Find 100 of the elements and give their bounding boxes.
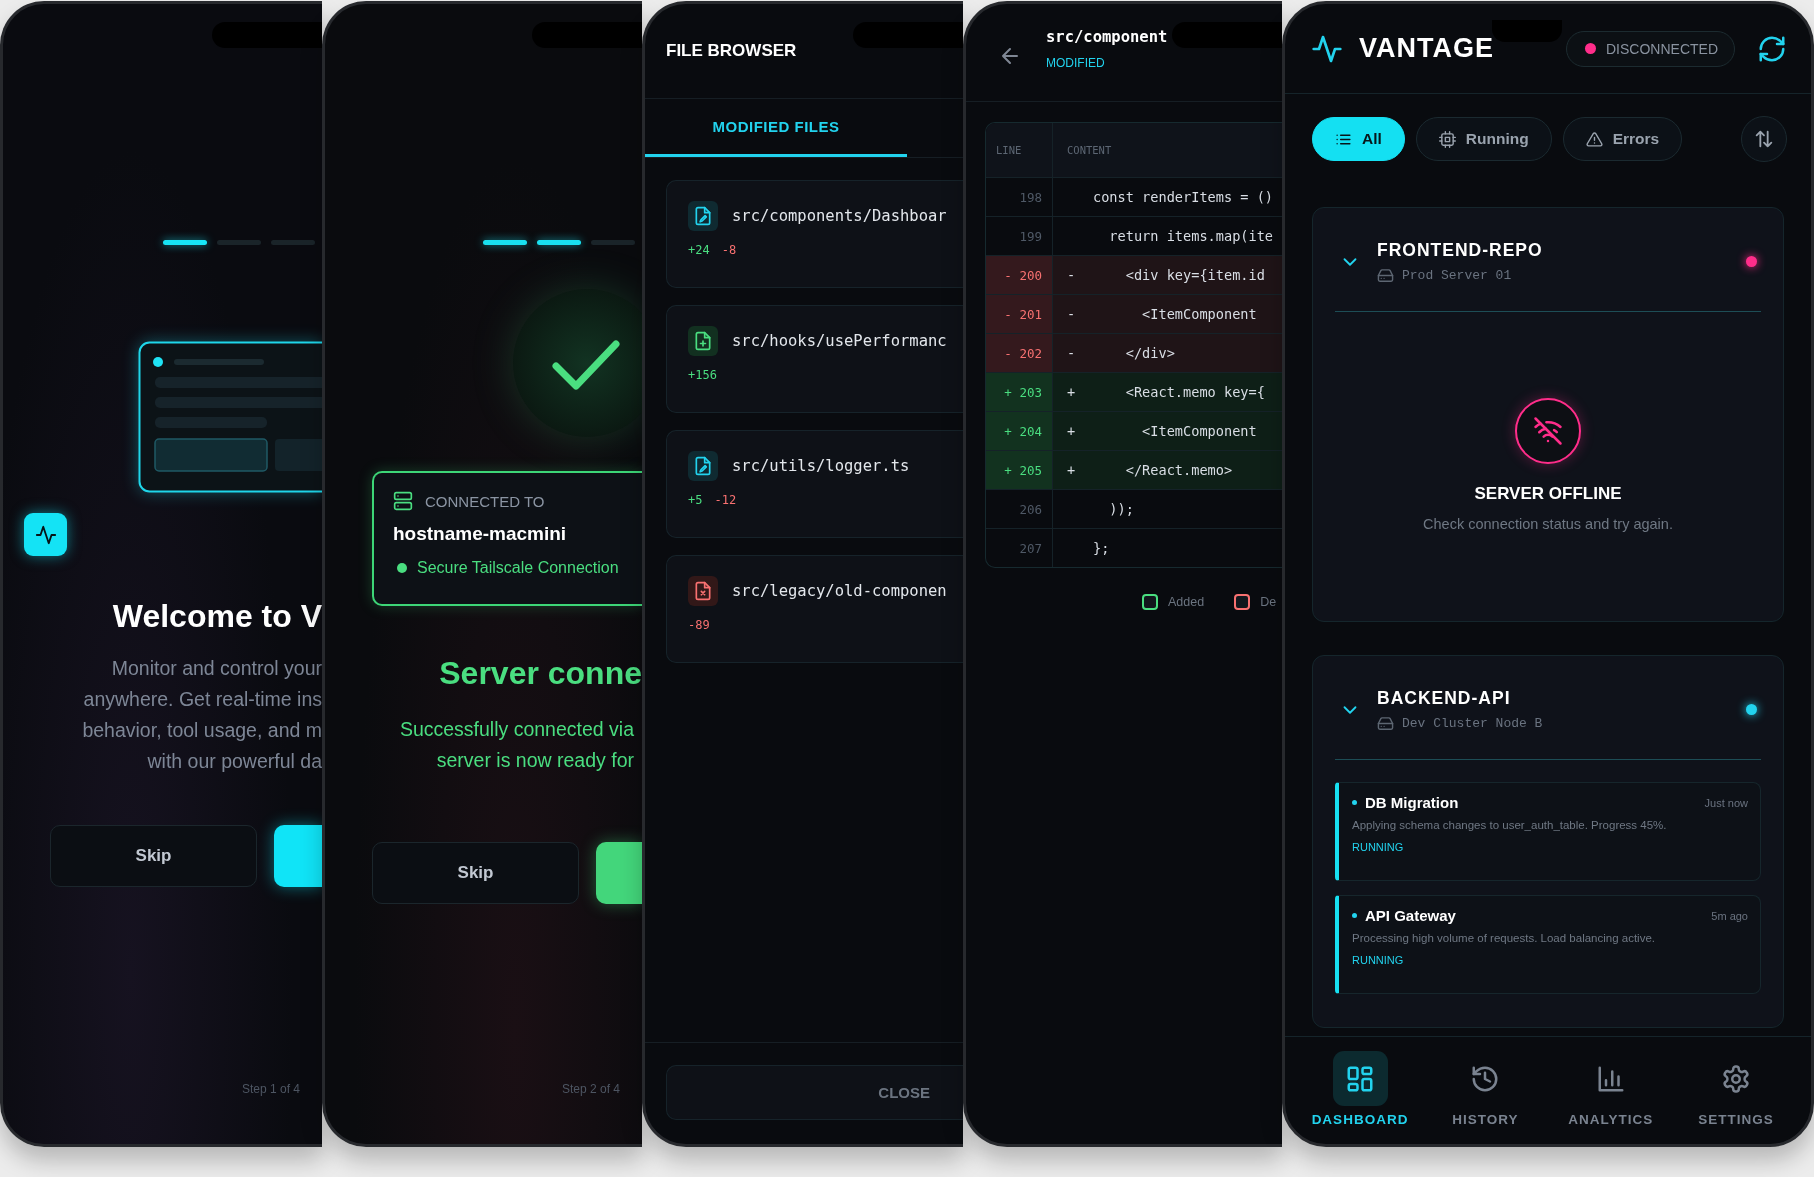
tab[interactable]: MODIFIED FILES: [645, 99, 907, 157]
chip-icon: [1438, 130, 1456, 148]
legend-label: Added: [1168, 595, 1205, 609]
pulse-icon: [34, 523, 57, 546]
code-line: <React.memo key={: [1124, 384, 1265, 400]
close-button[interactable]: CLOSE: [666, 1065, 963, 1120]
code-line: };: [1093, 540, 1110, 556]
screen-description: Monitor and control your anywhere. Get real-time ins behavior, tool usage, and m with our powerful da: [81, 656, 322, 774]
job-status: RUNNING: [1352, 841, 1405, 853]
file-card[interactable]: src/hooks/usePerformanc +156: [666, 305, 963, 413]
step-indicator: Step 1 of 4: [241, 1082, 300, 1096]
line-number: + 205: [986, 451, 1053, 489]
bullet-dot: [1352, 913, 1357, 918]
offline-title: SERVER OFFLINE: [1474, 484, 1622, 504]
additions-count: +24: [688, 243, 710, 257]
diff-sign: -: [1067, 267, 1077, 283]
deletions-count: -8: [721, 243, 737, 257]
code-line: </div>: [1124, 345, 1175, 361]
line-number: - 202: [986, 334, 1053, 372]
wifi-off-icon: [1533, 416, 1563, 446]
file-status: MODIFIED: [1046, 56, 1106, 70]
nav-tab[interactable]: SETTINGS: [1681, 1051, 1791, 1144]
additions-count: +5: [688, 493, 703, 507]
file-card[interactable]: src/legacy/old-componen -89: [666, 555, 963, 663]
file-path: src/hooks/usePerformanc: [732, 332, 947, 350]
job-card[interactable]: DB Migration Just now Applying schema changes to user_auth_table. Progress 45%. RUNNING: [1335, 782, 1761, 881]
code-line: </React.memo>: [1124, 462, 1233, 478]
nav-tab[interactable]: ANALYTICS: [1555, 1051, 1666, 1144]
line-number: + 203: [986, 373, 1053, 411]
job-status: RUNNING: [1352, 954, 1405, 966]
status-label: DISCONNECTED: [1606, 40, 1718, 57]
job-title: API Gateway: [1365, 907, 1456, 924]
code-line: const renderItems = (): [1093, 189, 1274, 205]
job-time: 5m ago: [1711, 909, 1748, 922]
skip-button[interactable]: Skip: [372, 842, 579, 904]
line-number: - 201: [986, 295, 1053, 333]
hostname: hostname-macmini: [393, 523, 568, 545]
nav-tab[interactable]: HISTORY: [1430, 1051, 1541, 1144]
line-number: - 200: [986, 256, 1053, 294]
status-dot: [397, 563, 407, 573]
file-title: src/component: [1046, 28, 1168, 46]
filter-chip[interactable]: Errors: [1562, 117, 1683, 161]
filter-chip[interactable]: Running: [1415, 117, 1552, 161]
column-header: LINE: [986, 123, 1053, 177]
job-description: Applying schema changes to user_auth_table. Progress 45%.: [1352, 819, 1668, 831]
job-title: DB Migration: [1365, 794, 1459, 811]
drive-icon: [1377, 714, 1394, 732]
job-card[interactable]: API Gateway 5m ago Processing high volume of requests. Load balancing active. RUNNING: [1335, 895, 1761, 994]
line-number: + 204: [986, 412, 1053, 450]
sort-button[interactable]: [1741, 116, 1787, 162]
column-header: CONTENT: [1066, 143, 1113, 158]
diff-sign: +: [1067, 384, 1077, 400]
connection-status: Secure Tailscale Connection: [417, 559, 619, 577]
screen-title: Welcome to V: [111, 598, 322, 635]
line-number: 206: [986, 490, 1053, 528]
line-number: 198: [986, 178, 1053, 216]
screen-title: Server conne: [438, 655, 642, 692]
file-x-icon: [693, 581, 713, 601]
offline-message: Check connection status and try again.: [1423, 516, 1673, 532]
code-line: <ItemComponent: [1141, 423, 1257, 439]
additions-count: +156: [688, 368, 717, 382]
server-icon: [393, 491, 413, 511]
warning-icon: [1585, 130, 1603, 148]
file-plus-icon: [693, 331, 713, 351]
line-number: 207: [986, 529, 1053, 567]
file-edit-icon: [693, 206, 713, 226]
bullet-dot: [1352, 800, 1357, 805]
file-path: src/utils/logger.ts: [732, 457, 910, 475]
drive-icon: [1377, 266, 1394, 284]
code-line: <ItemComponent: [1141, 306, 1257, 322]
server-name: BACKEND-API: [1377, 687, 1512, 709]
settings-icon: [1721, 1063, 1751, 1094]
skip-button[interactable]: Skip: [50, 825, 257, 887]
file-path: src/legacy/old-componen: [732, 582, 947, 600]
code-line: ));: [1108, 501, 1134, 517]
screen-title: FILE BROWSER: [666, 41, 798, 61]
file-edit-icon: [693, 456, 713, 476]
sort-icon: [1753, 128, 1775, 150]
file-path: src/components/Dashboar: [732, 207, 947, 225]
job-time: Just now: [1704, 796, 1748, 809]
step-indicator: Step 2 of 4: [561, 1082, 620, 1096]
server-name: FRONTEND-REPO: [1377, 239, 1543, 261]
code-line: <div key={item.id: [1124, 267, 1265, 283]
code-line: return items.map(ite: [1108, 228, 1274, 244]
job-description: Processing high volume of requests. Load balancing active.: [1352, 932, 1656, 944]
connection-label: CONNECTED TO: [425, 492, 545, 510]
diff-sign: -: [1067, 306, 1077, 322]
deletions-count: -12: [714, 493, 737, 507]
file-card[interactable]: src/components/Dashboar +24 -8: [666, 180, 963, 288]
diff-sign: -: [1067, 345, 1077, 361]
nav-tab[interactable]: DASHBOARD: [1305, 1051, 1415, 1144]
screen-description: Successfully connected via server is now ready for: [398, 717, 635, 773]
diff-sign: +: [1067, 462, 1077, 478]
server-host: Dev Cluster Node B: [1402, 715, 1543, 731]
legend-label: De: [1260, 595, 1277, 609]
deletions-count: -89: [688, 618, 710, 632]
filter-chip[interactable]: All: [1312, 117, 1405, 161]
file-card[interactable]: src/utils/logger.ts +5 -12: [666, 430, 963, 538]
server-host: Prod Server 01: [1402, 267, 1512, 283]
app-name: VANTAGE: [1359, 33, 1494, 64]
